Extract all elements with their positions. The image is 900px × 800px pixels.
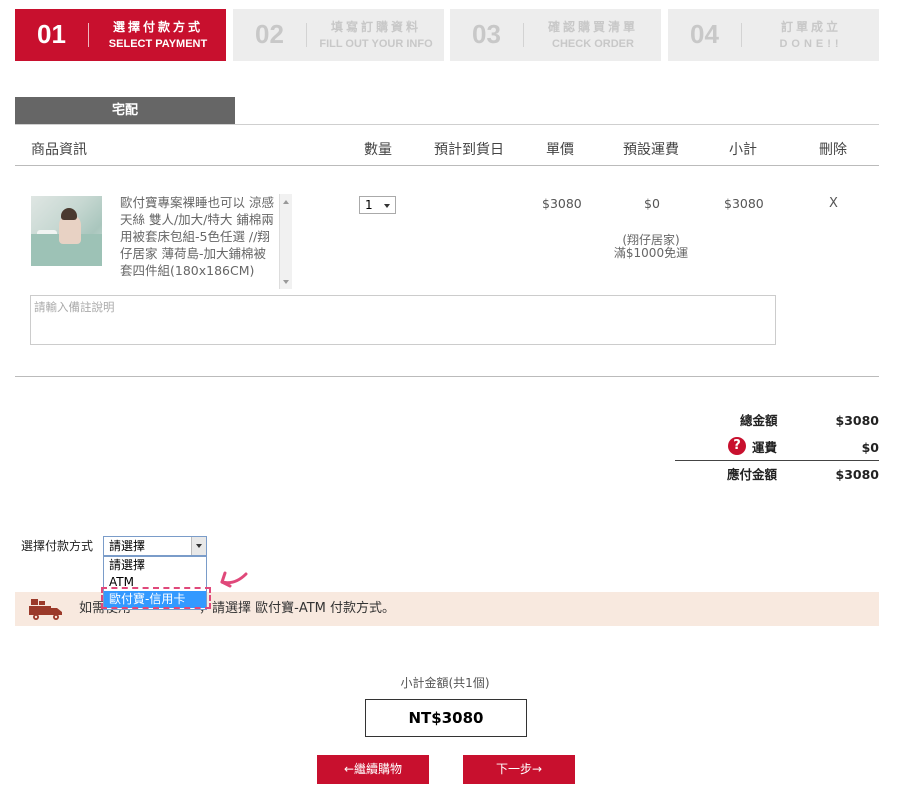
payment-method-label: 選擇付款方式 bbox=[21, 539, 94, 553]
description-scrollbar[interactable] bbox=[279, 194, 292, 289]
step-title-zh: 訂單成立 bbox=[780, 20, 841, 34]
shipping-total-label: 運費 bbox=[752, 440, 778, 455]
header-product: 商品資訊 bbox=[31, 142, 87, 158]
product-image[interactable] bbox=[31, 196, 102, 266]
tab-divider bbox=[15, 124, 879, 125]
checkout-steps: 01 選擇付款方式 SELECT PAYMENT 02 填寫訂購資料 FILL … bbox=[15, 9, 879, 61]
continue-shopping-button[interactable]: ←繼續購物 bbox=[317, 755, 429, 784]
shipping-total-value: $0 bbox=[861, 440, 879, 455]
step-divider bbox=[88, 23, 89, 47]
payable-label: 應付金額 bbox=[727, 467, 778, 482]
header-shipping: 預設運費 bbox=[623, 142, 679, 158]
pointer-arrow-icon bbox=[220, 571, 248, 588]
shipping-fee: $0 bbox=[644, 196, 660, 211]
step-title-en: SELECT PAYMENT bbox=[108, 38, 208, 50]
scroll-down-icon[interactable] bbox=[283, 280, 289, 284]
step-select-payment: 01 選擇付款方式 SELECT PAYMENT bbox=[15, 9, 226, 61]
highlight-annotation bbox=[101, 587, 211, 609]
header-delivery-date: 預計到貨日 bbox=[434, 142, 504, 158]
step-number: 02 bbox=[255, 19, 284, 49]
payment-selected-value: 請選擇 bbox=[109, 539, 146, 553]
product-description: 歐付寶專案裸睡也可以 涼感天絲 雙人/加大/特大 鋪棉兩用被套床包組-5色任選 … bbox=[120, 195, 274, 278]
delete-button[interactable]: X bbox=[829, 196, 838, 212]
step-title-en: DONE!! bbox=[779, 38, 843, 50]
step-number: 03 bbox=[472, 19, 501, 49]
step-title-zh: 填寫訂購資料 bbox=[330, 20, 421, 34]
subtotal-amount: NT$3080 bbox=[365, 699, 527, 737]
next-step-button[interactable]: 下一步→ bbox=[463, 755, 575, 784]
scroll-up-icon[interactable] bbox=[283, 200, 289, 204]
subtotal-label: 小計金額(共1個) bbox=[400, 676, 490, 690]
unit-price: $3080 bbox=[542, 196, 582, 211]
remark-placeholder: 請輸入備註說明 bbox=[34, 300, 115, 314]
help-icon[interactable]: ? bbox=[728, 437, 746, 455]
payment-option-default[interactable]: 請選擇 bbox=[104, 557, 206, 574]
chevron-down-icon bbox=[384, 204, 390, 208]
header-qty: 數量 bbox=[364, 142, 392, 158]
step-check-order: 03 確認購買清單 CHECK ORDER bbox=[450, 9, 661, 61]
step-divider bbox=[741, 23, 742, 47]
step-title-zh: 確認購買清單 bbox=[547, 20, 638, 34]
step-title-en: CHECK ORDER bbox=[552, 38, 634, 50]
shipping-note: (翔仔居家) 滿$1000免運 bbox=[613, 233, 689, 260]
row-subtotal: $3080 bbox=[724, 196, 764, 211]
step-divider bbox=[306, 23, 307, 47]
payment-method-select[interactable]: 請選擇 bbox=[103, 536, 207, 556]
payable-value: $3080 bbox=[835, 467, 880, 482]
step-fill-info: 02 填寫訂購資料 FILL OUT YOUR INFO bbox=[233, 9, 444, 61]
step-number: 04 bbox=[690, 19, 719, 49]
header-delete: 刪除 bbox=[819, 142, 847, 158]
totals-divider bbox=[675, 460, 879, 461]
section-divider bbox=[15, 376, 879, 377]
step-title-en: FILL OUT YOUR INFO bbox=[319, 38, 433, 50]
step-title-zh: 選擇付款方式 bbox=[112, 20, 203, 34]
header-divider bbox=[15, 165, 879, 166]
total-value: $3080 bbox=[835, 413, 880, 428]
delivery-tab[interactable]: 宅配 bbox=[15, 97, 235, 124]
quantity-select[interactable]: 1 bbox=[359, 196, 396, 214]
quantity-value: 1 bbox=[365, 198, 373, 212]
step-done: 04 訂單成立 DONE!! bbox=[668, 9, 879, 61]
chevron-down-icon[interactable] bbox=[191, 537, 206, 555]
total-label: 總金額 bbox=[740, 413, 778, 428]
header-unit-price: 單價 bbox=[546, 142, 574, 158]
step-divider bbox=[523, 23, 524, 47]
header-subtotal: 小計 bbox=[729, 142, 757, 158]
delivery-truck-icon bbox=[29, 599, 62, 620]
step-number: 01 bbox=[37, 19, 66, 49]
remark-textarea[interactable]: 請輸入備註說明 bbox=[30, 295, 776, 345]
